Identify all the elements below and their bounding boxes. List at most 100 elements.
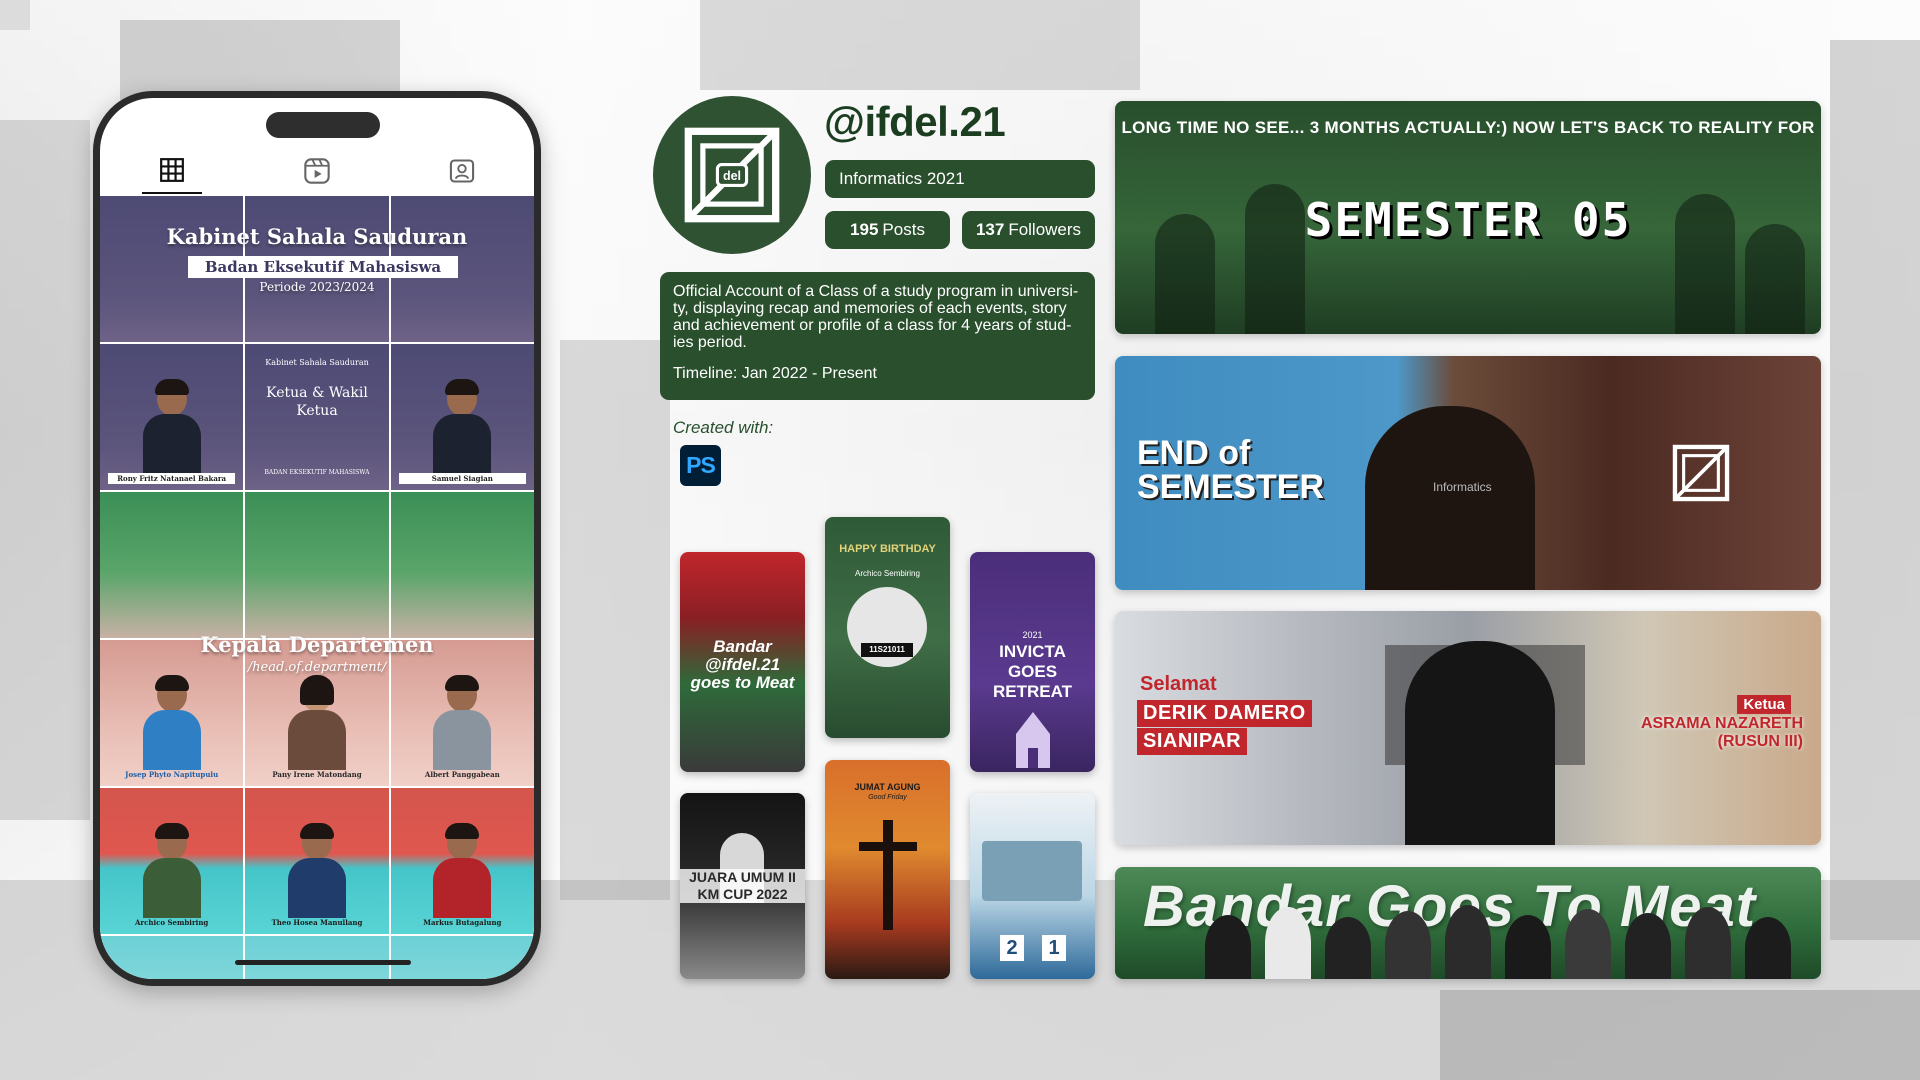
grid-post[interactable] (390, 492, 534, 638)
tab-reels[interactable] (287, 148, 347, 194)
grid-icon (160, 158, 185, 182)
student-silhouette (1365, 406, 1535, 590)
posts-label: Posts (882, 220, 925, 239)
congrats-name-2: SIANIPAR (1137, 728, 1248, 755)
posts-count: 195 (850, 220, 879, 239)
grid-post[interactable]: Rony Fritz Natanael Bakara (100, 344, 244, 490)
semester-title: SEMESTER 05 (1304, 193, 1632, 247)
poster-birthday-title: HAPPY BIRTHDAY (839, 543, 936, 555)
svg-text:del: del (723, 169, 741, 183)
banner-congratulations[interactable]: Selamat DERIK DAMERO SIANIPAR Ketua ASRA… (1115, 611, 1821, 845)
student-photo (142, 379, 201, 474)
student-name: Pany Irene Matondang (272, 770, 362, 779)
reels-icon (304, 158, 330, 184)
followers-count: 137 (975, 220, 1005, 239)
cabinet-small-title: Kabinet Sahala Sauduran (265, 358, 369, 367)
church-icon (1016, 712, 1050, 768)
person-figure (1405, 641, 1555, 845)
poster-retreat-title: INVICTA GOES RETREAT (992, 642, 1072, 701)
tab-tagged[interactable] (432, 148, 492, 194)
phone-notch (266, 112, 380, 138)
posts-count-button[interactable]: 195 Posts (825, 211, 950, 249)
profile-subtitle: Informatics 2021 (825, 160, 1095, 198)
score-right: 1 (1042, 935, 1066, 961)
eos-line-2: SEMESTER (1137, 468, 1325, 506)
bio-text: Official Account of a Class of a study p… (673, 283, 1079, 351)
poster-meat-title: Bandar @ifdel.21 goes to Meat (690, 637, 795, 692)
asrama-text: ASRAMA NAZARETH (RUSUN III) (1641, 715, 1803, 751)
poster-jumat-agung[interactable]: JUMAT AGUNG Good Friday (825, 760, 950, 979)
tagged-icon (449, 159, 474, 183)
followers-count-button[interactable]: 137 Followers (962, 211, 1095, 249)
poster-juara-umum[interactable]: JUARA UMUM II KM CUP 2022 (680, 793, 805, 979)
student-name: Markus Butagalung (423, 918, 502, 927)
team-photo (982, 841, 1082, 901)
student-name: Rony Fritz Natanael Bakara (108, 473, 236, 484)
poster-match-score[interactable]: 2 1 (970, 793, 1095, 979)
poster-goes-to-meat[interactable]: Bandar @ifdel.21 goes to Meat (680, 552, 805, 772)
grid-post[interactable] (100, 492, 244, 638)
poster-invicta-retreat[interactable]: 2021 INVICTA GOES RETREAT (970, 552, 1095, 772)
group-person (1205, 915, 1251, 979)
leader-title: Ketua & Wakil Ketua (266, 385, 368, 419)
bem-label: Badan Eksekutif Mahasiswa (188, 256, 458, 278)
poster-jumat-title: JUMAT AGUNG (854, 782, 921, 792)
student-name: Samuel Siagian (398, 473, 526, 484)
asrama-line-2: (RUSUN III) (1717, 733, 1803, 750)
grid-post[interactable] (100, 936, 244, 979)
posts-grid: Rony Fritz Natanael Bakara Kabinet Sahal… (100, 196, 534, 979)
group-person (1325, 917, 1371, 979)
group-person (1265, 907, 1311, 979)
student-photo (433, 379, 492, 474)
followers-label: Followers (1008, 220, 1082, 239)
congrats-word: Selamat (1140, 673, 1217, 695)
tab-posts-grid[interactable] (142, 148, 203, 194)
student-name: Josep Phyto Napitupulu (125, 770, 219, 779)
photoshop-icon: PS (680, 445, 721, 486)
ifdel-logo-icon: del (684, 127, 780, 223)
poster-birthday-id: 11S21011 (861, 643, 913, 657)
group-person (1625, 913, 1671, 979)
profile-avatar[interactable]: del (653, 96, 811, 254)
created-with-label: Created with: (673, 418, 774, 437)
grid-post[interactable]: Theo Hosea Manullang (245, 788, 389, 934)
grid-post[interactable] (245, 492, 389, 638)
grid-post[interactable]: Archico Sembiring (100, 788, 244, 934)
grid-post[interactable]: Markus Butagalung (390, 788, 534, 934)
group-person (1505, 915, 1551, 979)
poster-birthday[interactable]: HAPPY BIRTHDAY Archico Sembiring 11S2101… (825, 517, 950, 738)
grid-post[interactable]: Pany Irene Matondang (245, 640, 389, 786)
banner-end-of-semester[interactable]: Informatics END of SEMESTER (1115, 356, 1821, 590)
profile-bio: Official Account of a Class of a study p… (660, 272, 1095, 400)
ifdel-logo-icon (1672, 444, 1730, 502)
banner-goes-to-meat[interactable]: Bandar Goes To Meat (1115, 867, 1821, 979)
student-photo (142, 823, 201, 918)
corner-square (0, 0, 30, 30)
student-photo (287, 823, 346, 918)
banner-semester-05[interactable]: LONG TIME NO SEE... 3 MONTHS ACTUALLY:) … (1115, 101, 1821, 334)
phone-mockup: Rony Fritz Natanael Bakara Kabinet Sahal… (93, 91, 541, 986)
grid-post[interactable] (390, 936, 534, 979)
grid-post[interactable]: Samuel Siagian (390, 344, 534, 490)
group-person (1385, 911, 1431, 979)
student-photo (433, 675, 492, 770)
student-name: Theo Hosea Manullang (271, 918, 363, 927)
grid-post[interactable]: Kabinet Sahala Sauduran Ketua & Wakil Ke… (245, 344, 389, 490)
bio-timeline: Timeline: Jan 2022 - Present (673, 365, 877, 382)
cross-icon (859, 820, 917, 930)
poster-jumat-sub: Good Friday (868, 794, 907, 801)
group-person (1745, 917, 1791, 979)
group-person (1445, 905, 1491, 979)
shirt-text: Informatics (1433, 480, 1492, 494)
congrats-name-1: DERIK DAMERO (1137, 700, 1312, 727)
grid-post[interactable]: Josep Phyto Napitupulu (100, 640, 244, 786)
group-person (1685, 907, 1731, 979)
poster-retreat-year: 2021 (1022, 630, 1043, 640)
student-name: Archico Sembiring (135, 918, 209, 927)
group-person (1565, 909, 1611, 979)
student-photo (433, 823, 492, 918)
eos-line-1: END of (1137, 434, 1251, 472)
grid-post[interactable]: Albert Panggabean (390, 640, 534, 786)
semester-intro-text: LONG TIME NO SEE... 3 MONTHS ACTUALLY:) … (1121, 118, 1815, 137)
home-indicator (235, 960, 411, 965)
